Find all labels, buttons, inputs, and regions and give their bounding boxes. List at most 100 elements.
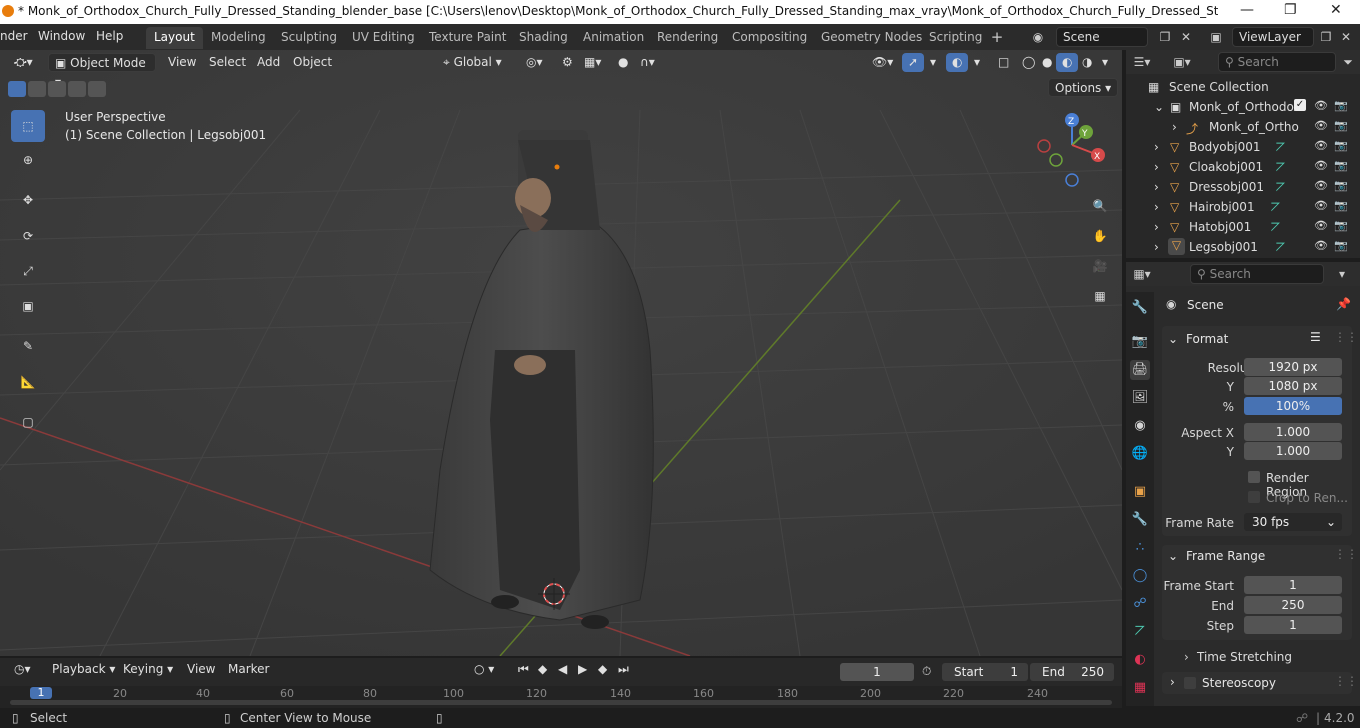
constraints-tab-icon[interactable]: ☍ (1130, 594, 1150, 614)
stereoscopy-checkbox[interactable] (1184, 677, 1196, 689)
menu-help[interactable]: Help (96, 29, 123, 43)
pan-hand-icon[interactable]: ✋ (1087, 223, 1113, 249)
annotate-tool[interactable]: ✎ (11, 330, 45, 362)
auto-key-icon[interactable]: ○ ▾ (468, 660, 500, 679)
frame-rate-dropdown[interactable]: 30 fps ⌄ (1244, 513, 1342, 531)
particles-tab-icon[interactable]: ∴ (1130, 538, 1150, 558)
orientation-selector[interactable]: ⌖ Global ▾ (437, 53, 508, 72)
tool-tab-icon[interactable]: 🔧 (1130, 298, 1150, 318)
new-scene-icon[interactable]: ❐ (1155, 28, 1175, 46)
pin-icon[interactable]: 📌 (1336, 297, 1351, 311)
timeline-view-menu[interactable]: View (181, 660, 221, 679)
scene-icon[interactable]: ◉ (1028, 28, 1048, 46)
menu-window[interactable]: Window (38, 29, 85, 43)
proportional-edit-icon[interactable]: ● (612, 53, 634, 72)
measure-tool[interactable]: 📐 (11, 366, 45, 398)
overlay-toggle-icon[interactable]: ◐ (946, 53, 969, 72)
menu-select[interactable]: Select (203, 53, 252, 72)
restore-icon[interactable]: ❐ (1284, 2, 1297, 18)
tab-rendering[interactable]: Rendering (649, 27, 726, 49)
visibility-eye-icon[interactable]: 👁 (1314, 159, 1328, 172)
outliner-row-mesh[interactable]: › ▽ Dressobj001 ⦢ 👁 📷 (1126, 177, 1360, 197)
mode-selector[interactable]: ▣ Object Mode ▾ (48, 53, 156, 89)
object-tab-icon[interactable]: ▣ (1130, 482, 1150, 502)
tab-modeling[interactable]: Modeling (203, 27, 274, 49)
tab-layout[interactable]: Layout (146, 27, 203, 49)
menu-render[interactable]: nder (0, 29, 28, 43)
presets-icon[interactable]: ☰ (1310, 330, 1321, 344)
render-region-checkbox[interactable] (1248, 471, 1260, 483)
resolution-percent-field[interactable]: 100% (1244, 397, 1342, 415)
material-tab-icon[interactable]: ◐ (1130, 650, 1150, 670)
menu-view[interactable]: View (162, 53, 202, 72)
render-camera-icon[interactable]: 📷 (1334, 139, 1348, 152)
expand-arrow-icon[interactable]: › (1154, 180, 1159, 194)
falloff-icon[interactable]: ∩▾ (634, 53, 661, 72)
tab-compositing[interactable]: Compositing (724, 27, 815, 49)
stereoscopy-title[interactable]: Stereoscopy (1202, 676, 1276, 690)
outliner-row-armature[interactable]: › ⤴ Monk_of_Ortho 👁 📷 (1126, 117, 1360, 137)
timeline-scrollbar[interactable] (10, 700, 1112, 705)
shading-dropdown-icon[interactable]: ▾ (1096, 53, 1114, 72)
start-frame-field[interactable]: Start 1 (942, 663, 1028, 681)
delete-scene-icon[interactable]: ✕ (1176, 28, 1196, 46)
tab-shading[interactable]: Shading (511, 27, 576, 49)
frame-range-title[interactable]: Frame Range (1186, 549, 1265, 563)
3d-viewport[interactable]: ⛮▾ ▣ Object Mode ▾ View Select Add Objec… (0, 50, 1122, 656)
pivot-icon[interactable]: ◎▾ (520, 53, 549, 72)
properties-editor-icon[interactable]: ▦▾ (1132, 265, 1152, 283)
tab-sculpting[interactable]: Sculpting (273, 27, 345, 49)
outliner-editor-icon[interactable]: ☰▾ (1132, 53, 1152, 71)
render-camera-icon[interactable]: 📷 (1334, 199, 1348, 212)
outliner-row-collection[interactable]: ⌄ ▣ Monk_of_Orthodox ✓ 👁 📷 (1126, 97, 1360, 117)
resolution-y-field[interactable]: 1080 px (1244, 377, 1342, 395)
navigation-gizmo[interactable]: Z Y X (1030, 110, 1110, 190)
play-reverse-icon[interactable]: ◀ (552, 660, 573, 679)
view-layer-selector[interactable]: ViewLayer (1232, 27, 1314, 47)
tab-texture-paint[interactable]: Texture Paint (421, 27, 514, 49)
frame-start-field[interactable]: 1 (1244, 576, 1342, 594)
expand-arrow-icon[interactable]: › (1172, 120, 1177, 134)
aspect-y-field[interactable]: 1.000 (1244, 442, 1342, 460)
add-workspace-icon[interactable]: + (987, 28, 1007, 46)
render-camera-icon[interactable]: 📷 (1334, 179, 1348, 192)
visibility-eye-icon[interactable]: 👁 (1314, 179, 1328, 192)
scene-tab-icon[interactable]: ◉ (1130, 416, 1150, 436)
properties-options-icon[interactable]: ▾ (1332, 265, 1352, 283)
render-camera-icon[interactable]: 📷 (1334, 159, 1348, 172)
render-tab-icon[interactable]: 📷 (1130, 332, 1150, 352)
transform-tool[interactable]: ▣ (11, 290, 45, 322)
menu-add[interactable]: Add (251, 53, 286, 72)
snap-target-icon[interactable]: ▦▾ (578, 53, 607, 72)
select-new-icon[interactable] (8, 81, 26, 97)
gizmo-toggle-icon[interactable]: ➚ (902, 53, 925, 72)
playhead[interactable]: 1 (30, 687, 52, 699)
visibility-eye-icon[interactable]: 👁 (1314, 139, 1328, 152)
outliner-search-input[interactable]: ⚲ Search (1218, 52, 1336, 72)
time-stretching-subpanel[interactable]: Time Stretching (1197, 650, 1292, 664)
timeline-ruler[interactable]: 1 20 40 60 80 100 120 140 160 180 200 22… (0, 686, 1122, 708)
outliner-row-mesh[interactable]: › ▽ Hatobj001 ⦢ 👁 📷 (1126, 217, 1360, 237)
rotate-tool[interactable]: ⟳ (11, 220, 45, 252)
camera-view-icon[interactable]: 🎥 (1087, 253, 1113, 279)
display-mode-icon[interactable]: ▣▾ (1172, 53, 1192, 71)
expand-arrow-icon[interactable]: › (1170, 675, 1175, 689)
select-intersect-icon[interactable] (88, 81, 106, 97)
stopwatch-icon[interactable]: ⏱ (922, 664, 931, 679)
minimize-icon[interactable]: — (1240, 2, 1254, 18)
snap-icon[interactable]: ⚙ (556, 53, 579, 72)
visibility-eye-icon[interactable]: 👁 (1314, 239, 1328, 252)
visibility-icon[interactable]: 👁▾ (866, 53, 899, 72)
visibility-eye-icon[interactable]: 👁 (1314, 99, 1328, 112)
cursor-tool[interactable]: ⊕ (11, 144, 45, 176)
gizmo-dropdown-icon[interactable]: ▾ (924, 53, 942, 72)
options-button[interactable]: Options ▾ (1048, 78, 1119, 97)
outliner-row-mesh[interactable]: › ▽ Cloakobj001 ⦢ 👁 📷 (1126, 157, 1360, 177)
tab-uv-editing[interactable]: UV Editing (344, 27, 423, 49)
next-keyframe-icon[interactable]: ◆ (592, 660, 613, 679)
new-view-layer-icon[interactable]: ❐ (1316, 28, 1336, 46)
world-tab-icon[interactable]: 🌐 (1130, 444, 1150, 464)
drag-handle-icon[interactable]: ⋮⋮ (1334, 547, 1358, 561)
frame-end-field[interactable]: 250 (1244, 596, 1342, 614)
expand-arrow-icon[interactable]: › (1154, 140, 1159, 154)
